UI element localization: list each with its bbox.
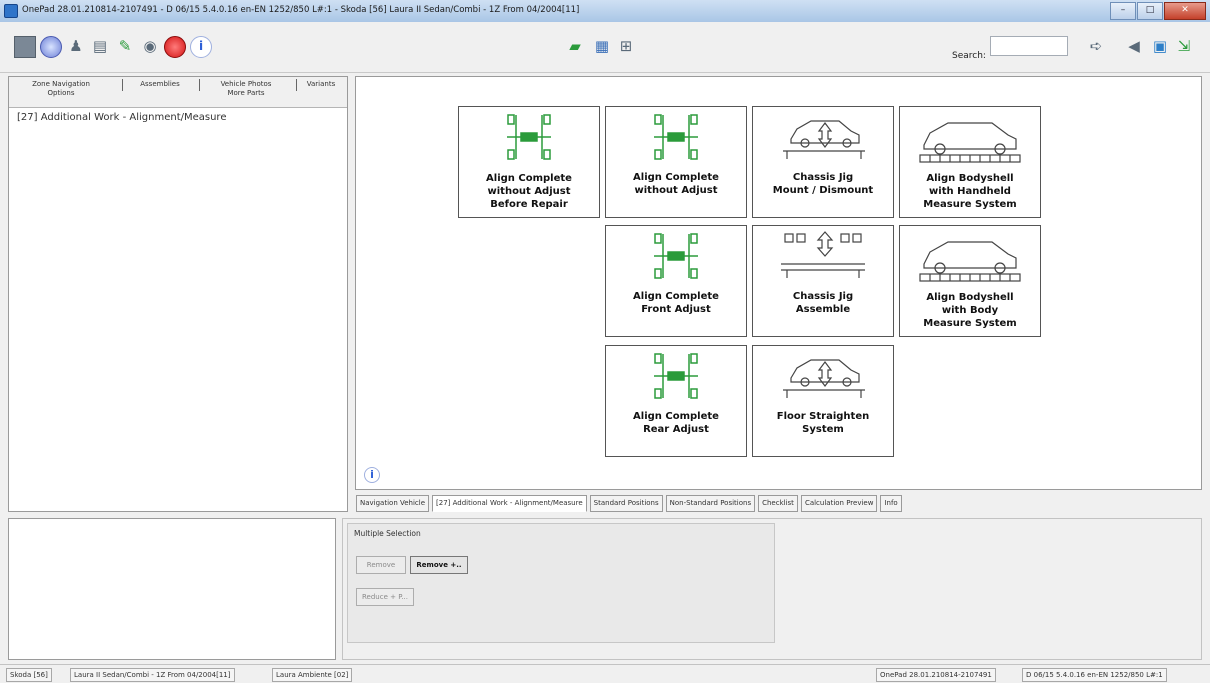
status-trim: Laura Ambiente [02] (272, 668, 353, 682)
tab-standard-positions[interactable]: Standard Positions (589, 495, 663, 512)
navigation-tabs: Zone Navigation Options Assemblies Vehic… (9, 77, 347, 108)
tree-item[interactable]: [27] Additional Work - Alignment/Measure (17, 112, 226, 123)
remove-plus-button[interactable]: Remove +.. (410, 556, 468, 574)
operations-panel: Align Complete without Adjust Before Repai… (355, 76, 1202, 490)
search-input[interactable] (990, 36, 1068, 56)
card-label: Floor Straighten System (776, 411, 870, 435)
card-label: Align Bodyshell with Handheld Measure Syst… (923, 173, 1017, 210)
tab-more-parts-label: More Parts (227, 89, 265, 97)
tab-navigation-vehicle[interactable]: Navigation Vehicle (356, 495, 430, 512)
card-label: Align Complete without Adjust (633, 172, 719, 196)
status-version: OnePad 28.01.210814-2107491 (876, 668, 996, 682)
pencil-icon[interactable]: ✎ (115, 36, 135, 56)
card-align-front-adjust[interactable]: Align Complete Front Adjust (605, 225, 747, 337)
window-controls: – □ ✕ (1110, 2, 1206, 20)
close-button[interactable]: ✕ (1164, 2, 1206, 20)
tab-zone-navigation[interactable]: Zone Navigation Options (21, 80, 101, 98)
status-bar: Skoda [56] Laura II Sedan/Combi - 1Z Fro… (0, 664, 1210, 683)
card-align-without-adjust[interactable]: Align Complete without Adjust (605, 106, 747, 218)
eye-icon[interactable]: ◉ (140, 36, 160, 56)
tab-calculation-preview[interactable]: Calculation Preview (800, 495, 878, 512)
disc-icon[interactable] (40, 36, 62, 58)
card-label: Align Complete Front Adjust (633, 291, 719, 315)
tab-vehicle-photos-label: Vehicle Photos (220, 80, 272, 88)
tab-divider (122, 79, 123, 91)
tab-non-standard-positions[interactable]: Non-Standard Positions (665, 495, 756, 512)
card-chassis-jig-mount[interactable]: Chassis Jig Mount / Dismount (752, 106, 894, 218)
toolbar: ♟ ▤ ✎ ◉ i ▰ ▦ ⊞ Search: ➪ ◀ ▣ ⇲ (0, 22, 1210, 73)
axle-icon (654, 114, 698, 160)
chart-icon[interactable]: ▦ (592, 36, 612, 56)
tab-vehicle-photos[interactable]: Vehicle Photos More Parts (203, 80, 289, 98)
jig-car-icon (783, 120, 865, 159)
axle-icon (654, 353, 698, 399)
card-label: Chassis Jig Assemble (792, 291, 854, 315)
measure-car-icon (919, 122, 1021, 163)
tab-divider (199, 79, 200, 91)
tab-zone-navigation-label: Zone Navigation (32, 80, 90, 88)
card-label: Align Bodyshell with Body Measure System (923, 292, 1017, 329)
card-label: Align Complete without Adjust Before Repai… (486, 173, 572, 210)
axle-icon (654, 233, 698, 279)
tab-assemblies[interactable]: Assemblies (127, 80, 193, 89)
card-label: Chassis Jig Mount / Dismount (772, 172, 874, 196)
tab-additional-work[interactable]: [27] Additional Work - Alignment/Measure (432, 495, 587, 512)
card-align-rear-adjust[interactable]: Align Complete Rear Adjust (605, 345, 747, 457)
window-title: OnePad 28.01.210814-2107491 - D 06/15 5.… (22, 5, 580, 15)
stop-icon[interactable] (14, 36, 36, 58)
app-icon (4, 4, 18, 18)
jig-car-icon (783, 359, 865, 398)
status-model: Laura II Sedan/Combi - 1Z From 04/2004[1… (70, 668, 235, 682)
wrench-icon[interactable] (164, 36, 186, 58)
tab-checklist[interactable]: Checklist (758, 495, 798, 512)
car-icon[interactable]: ▰ (565, 36, 585, 56)
clipboard-icon[interactable]: ▤ (90, 36, 110, 56)
maximize-button[interactable]: □ (1137, 2, 1163, 20)
title-bar: OnePad 28.01.210814-2107491 - D 06/15 5.… (0, 0, 1210, 23)
grid-icon[interactable]: ⊞ (616, 36, 636, 56)
info-icon[interactable]: i (364, 467, 380, 483)
info-icon[interactable]: i (190, 36, 212, 58)
window-icon[interactable]: ▣ (1150, 36, 1170, 56)
tab-options-label: Options (47, 89, 75, 97)
status-locale: D 06/15 5.4.0.16 en-EN 1252/850 L#:1 (1022, 668, 1167, 682)
tab-info[interactable]: Info (880, 495, 902, 512)
tab-variants[interactable]: Variants (299, 80, 343, 89)
minimize-button[interactable]: – (1110, 2, 1136, 20)
remove-button[interactable]: Remove (356, 556, 406, 574)
details-panel (8, 518, 336, 660)
axle-icon (507, 114, 551, 160)
card-bodyshell-body-measure[interactable]: Align Bodyshell with Body Measure System (899, 225, 1041, 337)
multiple-selection-label: Multiple Selection (354, 529, 421, 538)
reduce-button[interactable]: Reduce + P... (356, 588, 414, 606)
card-bodyshell-handheld[interactable]: Align Bodyshell with Handheld Measure Syst… (899, 106, 1041, 218)
jig-icon (781, 231, 865, 278)
card-floor-straighten[interactable]: Floor Straighten System (752, 345, 894, 457)
arrow-right-icon[interactable]: ➪ (1086, 36, 1106, 56)
search-label: Search: (952, 51, 986, 61)
card-align-before-repair[interactable]: Align Complete without Adjust Before Repai… (458, 106, 600, 218)
exit-icon[interactable]: ⇲ (1174, 36, 1194, 56)
status-make: Skoda [56] (6, 668, 52, 682)
measure-car-icon (919, 241, 1021, 282)
multiple-selection-group: Multiple Selection Remove Remove +.. Red… (347, 523, 775, 643)
selection-panel: Multiple Selection Remove Remove +.. Red… (342, 518, 1202, 660)
bottom-tab-bar: Navigation Vehicle [27] Additional Work … (356, 495, 905, 512)
arrow-left-icon[interactable]: ◀ (1124, 36, 1144, 56)
tab-divider (296, 79, 297, 91)
person-icon[interactable]: ♟ (66, 36, 86, 56)
card-chassis-jig-assemble[interactable]: Chassis Jig Assemble (752, 225, 894, 337)
card-label: Align Complete Rear Adjust (633, 411, 719, 435)
navigation-panel: Zone Navigation Options Assemblies Vehic… (8, 76, 348, 512)
